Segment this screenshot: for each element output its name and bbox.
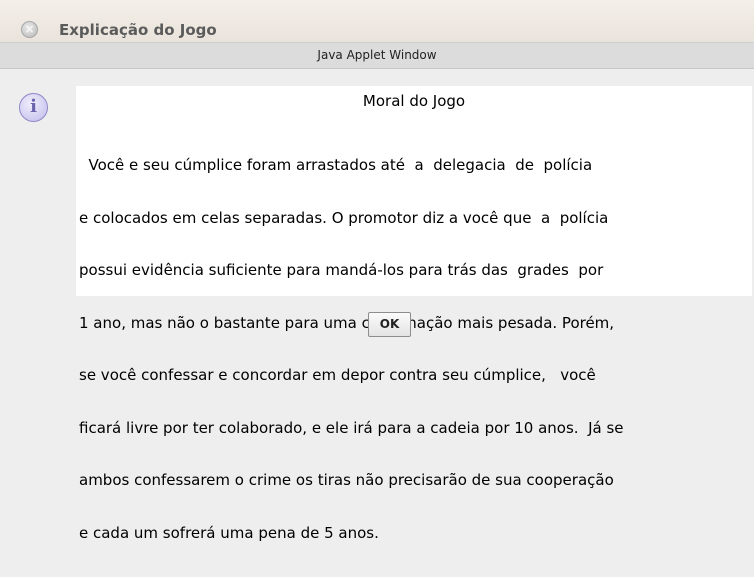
message-line: possui evidência suficiente para mandá-l… [79, 261, 604, 279]
info-icon: i [19, 93, 48, 122]
window-title: Explicação do Jogo [59, 21, 217, 39]
message-heading: Moral do Jogo [362, 92, 466, 110]
window-titlebar: × Explicação do Jogo [0, 0, 754, 42]
message-line: ficará livre por ter colaborado, e ele i… [79, 418, 624, 437]
applet-warning-label: Java Applet Window [317, 48, 437, 62]
message-line: Você e seu cúmplice foram arrastados até… [79, 156, 593, 174]
ok-button[interactable]: OK [368, 312, 411, 337]
applet-warning-bar: Java Applet Window [0, 42, 754, 69]
message-line: 1 ano, mas não o bastante para uma conde… [79, 313, 615, 332]
message-panel: Moral do Jogo Você e seu cúmplice foram … [76, 86, 752, 541]
message-line: e colocados em celas separadas. O promot… [79, 208, 609, 227]
message-line: e cada um sofrerá uma pena de 5 anos. [79, 523, 379, 542]
message-line: se você confessar e concordar em depor c… [79, 366, 596, 384]
message-line: ambos confessarem o crime os tiras não p… [79, 471, 614, 489]
close-icon[interactable]: × [21, 21, 38, 38]
